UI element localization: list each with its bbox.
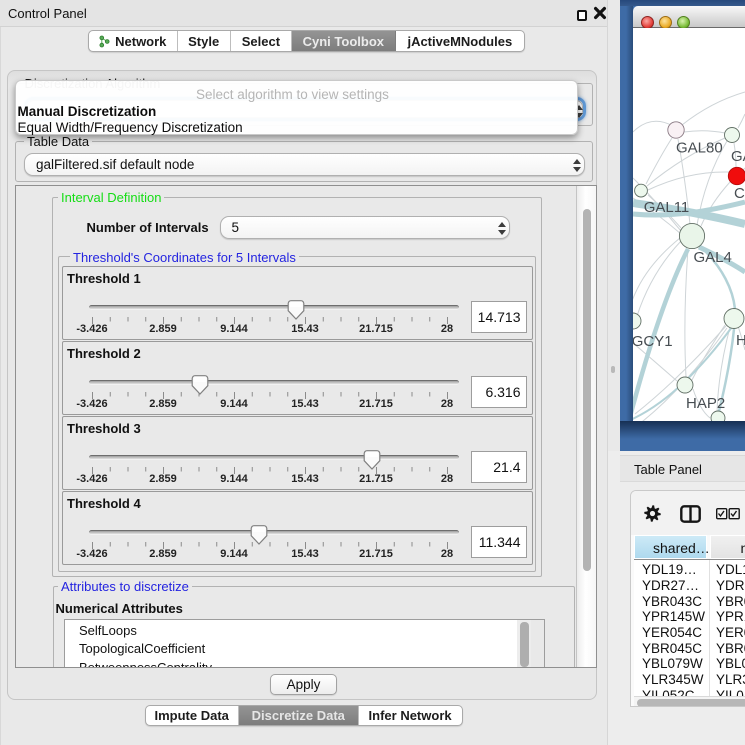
svg-text:C: C bbox=[734, 185, 745, 202]
svg-text:GAL4: GAL4 bbox=[694, 249, 732, 266]
svg-text:GAL80: GAL80 bbox=[676, 140, 723, 157]
svg-text:GAL11: GAL11 bbox=[644, 199, 690, 216]
svg-text:HAP2: HAP2 bbox=[686, 395, 725, 412]
svg-text:GA: GA bbox=[731, 148, 745, 165]
svg-text:H: H bbox=[736, 332, 745, 349]
svg-text:GCY1: GCY1 bbox=[633, 333, 673, 350]
